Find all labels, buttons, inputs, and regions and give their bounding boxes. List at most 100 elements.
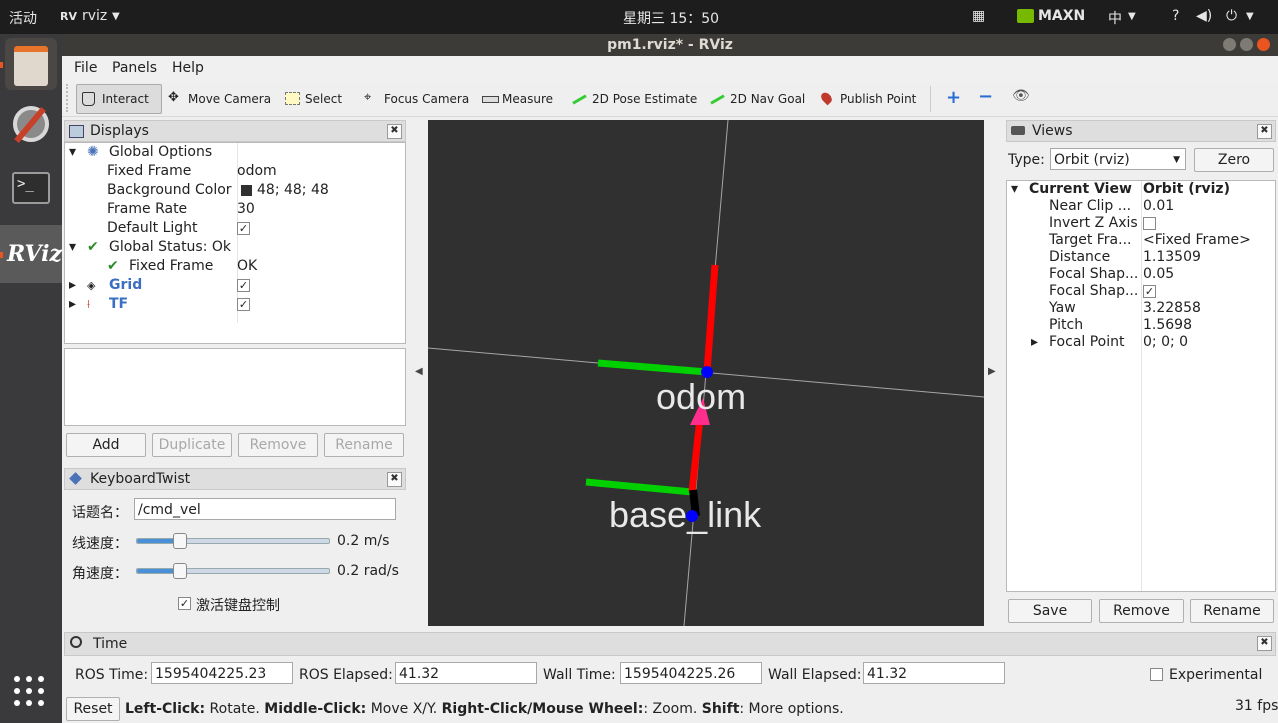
view-prop-value[interactable]: 3.22858 <box>1143 300 1201 317</box>
app-menu[interactable]: rviz <box>82 8 107 24</box>
view-prop-checkbox[interactable]: ✓ <box>1143 283 1156 300</box>
tree-expand-icon[interactable]: ▾ <box>69 143 76 162</box>
rviz-dock-icon[interactable]: RViz <box>0 225 62 283</box>
nvidia-icon[interactable] <box>1017 9 1034 23</box>
tree-collapse-icon[interactable]: ▸ <box>69 295 76 314</box>
collapse-left-icon[interactable]: ◀ <box>415 366 423 377</box>
rename-display-button[interactable]: Rename <box>324 433 404 457</box>
ros-time-field[interactable]: 1595404225.23 <box>151 662 293 684</box>
frame-rate-label: Frame Rate <box>107 201 188 217</box>
clock-icon <box>70 636 82 648</box>
close-icon[interactable]: ✖ <box>1257 636 1272 651</box>
grid-icon: ◈ <box>87 279 96 292</box>
remove-view-button[interactable]: Remove <box>1099 599 1184 623</box>
power-mode[interactable]: MAXN <box>1038 8 1085 24</box>
remove-display-button[interactable]: Remove <box>238 433 318 457</box>
nav-goal-tool[interactable]: 2D Nav Goal <box>710 88 805 110</box>
zero-view-button[interactable]: Zero <box>1194 148 1274 172</box>
view-prop-value[interactable]: 0.01 <box>1143 198 1174 215</box>
menu-file[interactable]: File <box>74 60 97 76</box>
global-status-label[interactable]: Global Status: Ok <box>109 238 231 257</box>
view-prop-label: Focal Point <box>1049 334 1125 350</box>
terminal-icon[interactable]: >_ <box>5 164 57 216</box>
select-box-icon <box>285 92 300 105</box>
interact-tool[interactable]: Interact <box>82 88 149 110</box>
select-tool[interactable]: Select <box>285 88 342 110</box>
frame-rate-value[interactable]: 30 <box>237 200 255 219</box>
tree-expand-icon[interactable]: ▾ <box>69 238 76 257</box>
global-options-label[interactable]: Global Options <box>109 143 212 162</box>
default-light-checkbox[interactable]: ✓ <box>237 219 250 238</box>
app-grid-icon[interactable] <box>14 676 48 710</box>
collapse-right-icon[interactable]: ▶ <box>988 366 996 377</box>
files-icon[interactable] <box>5 38 57 90</box>
view-prop-label: Invert Z Axis <box>1049 215 1138 231</box>
reset-button[interactable]: Reset <box>66 697 120 721</box>
slider-handle[interactable] <box>173 563 188 579</box>
focus-camera-tool[interactable]: ⌖ Focus Camera <box>364 88 469 110</box>
tree-expand-icon[interactable]: ▾ <box>1011 181 1018 198</box>
wall-elapsed-field[interactable]: 41.32 <box>863 662 1005 684</box>
display-icon[interactable]: ▦ <box>972 8 985 24</box>
network-icon[interactable]: ? <box>1172 8 1179 24</box>
view-prop-value[interactable]: <Fixed Frame> <box>1143 232 1251 249</box>
close-icon[interactable]: ✖ <box>387 472 402 487</box>
tool-bar: Interact ✥ Move Camera Select ⌖ Focus Came… <box>62 82 1278 117</box>
tool-properties-icon[interactable]: 👁 <box>1012 88 1030 104</box>
menu-panels[interactable]: Panels <box>112 60 157 76</box>
activate-keyboard-label: 激活键盘控制 <box>196 598 280 614</box>
minimize-button[interactable] <box>1223 38 1236 51</box>
input-method[interactable]: 中 <box>1108 8 1122 28</box>
experimental-checkbox[interactable] <box>1150 666 1163 682</box>
angular-speed-slider[interactable] <box>136 563 330 579</box>
remove-tool-icon[interactable]: − <box>978 86 993 107</box>
activate-keyboard-checkbox[interactable]: ✓ <box>178 595 191 611</box>
green-arrow-icon <box>572 94 587 105</box>
tf-enabled-checkbox[interactable]: ✓ <box>237 295 250 314</box>
close-icon[interactable]: ✖ <box>387 124 402 139</box>
move-camera-tool[interactable]: ✥ Move Camera <box>168 88 271 110</box>
render-viewport[interactable]: odom base_link <box>428 120 984 626</box>
close-icon[interactable]: ✖ <box>1257 124 1272 139</box>
add-display-button[interactable]: Add <box>66 433 146 457</box>
slider-handle[interactable] <box>173 533 188 549</box>
clock[interactable]: 星期三 15：50 <box>623 8 719 28</box>
ros-elapsed-field[interactable]: 41.32 <box>395 662 537 684</box>
activities-button[interactable]: 活动 <box>9 8 37 28</box>
duplicate-display-button[interactable]: Duplicate <box>152 433 232 457</box>
volume-icon[interactable]: ◀) <box>1196 8 1212 24</box>
save-view-button[interactable]: Save <box>1008 599 1092 623</box>
running-indicator <box>0 252 3 258</box>
view-prop-value[interactable]: 0; 0; 0 <box>1143 334 1188 351</box>
tree-collapse-icon[interactable]: ▸ <box>69 276 76 295</box>
view-prop-value[interactable]: 0.05 <box>1143 266 1174 283</box>
add-tool-icon[interactable]: + <box>946 87 961 108</box>
power-icon[interactable]: ⏻ <box>1226 8 1237 24</box>
topic-input[interactable]: /cmd_vel <box>134 498 396 520</box>
status-fixed-frame-value: OK <box>237 258 258 274</box>
current-view-label[interactable]: Current View <box>1029 181 1132 198</box>
measure-tool[interactable]: Measure <box>482 88 553 110</box>
settings-icon[interactable] <box>5 100 57 152</box>
grid-enabled-checkbox[interactable]: ✓ <box>237 276 250 295</box>
view-prop-value[interactable]: 1.13509 <box>1143 249 1201 266</box>
wall-time-field[interactable]: 1595404225.26 <box>620 662 762 684</box>
close-button[interactable] <box>1257 38 1270 51</box>
window-title-bar[interactable]: pm1.rviz* - RViz <box>62 34 1278 56</box>
rename-view-button[interactable]: Rename <box>1190 599 1274 623</box>
view-prop-label: Focal Shap... <box>1049 283 1139 299</box>
views-panel-header: Views ✖ <box>1006 120 1276 142</box>
maximize-button[interactable] <box>1240 38 1253 51</box>
view-type-select[interactable]: Orbit (rviz) ▼ <box>1050 148 1186 170</box>
tf-display-label[interactable]: TF <box>109 295 128 314</box>
linear-speed-slider[interactable] <box>136 533 330 549</box>
view-prop-value[interactable]: 1.5698 <box>1143 317 1192 334</box>
background-color-value[interactable]: 48; 48; 48 <box>257 181 329 200</box>
pose-estimate-tool[interactable]: 2D Pose Estimate <box>572 88 697 110</box>
publish-point-tool[interactable]: Publish Point <box>819 88 916 110</box>
view-prop-checkbox[interactable] <box>1143 215 1156 232</box>
tree-collapse-icon[interactable]: ▸ <box>1031 334 1038 351</box>
grid-display-label[interactable]: Grid <box>109 276 142 295</box>
fixed-frame-value[interactable]: odom <box>237 162 277 181</box>
menu-help[interactable]: Help <box>172 60 204 76</box>
